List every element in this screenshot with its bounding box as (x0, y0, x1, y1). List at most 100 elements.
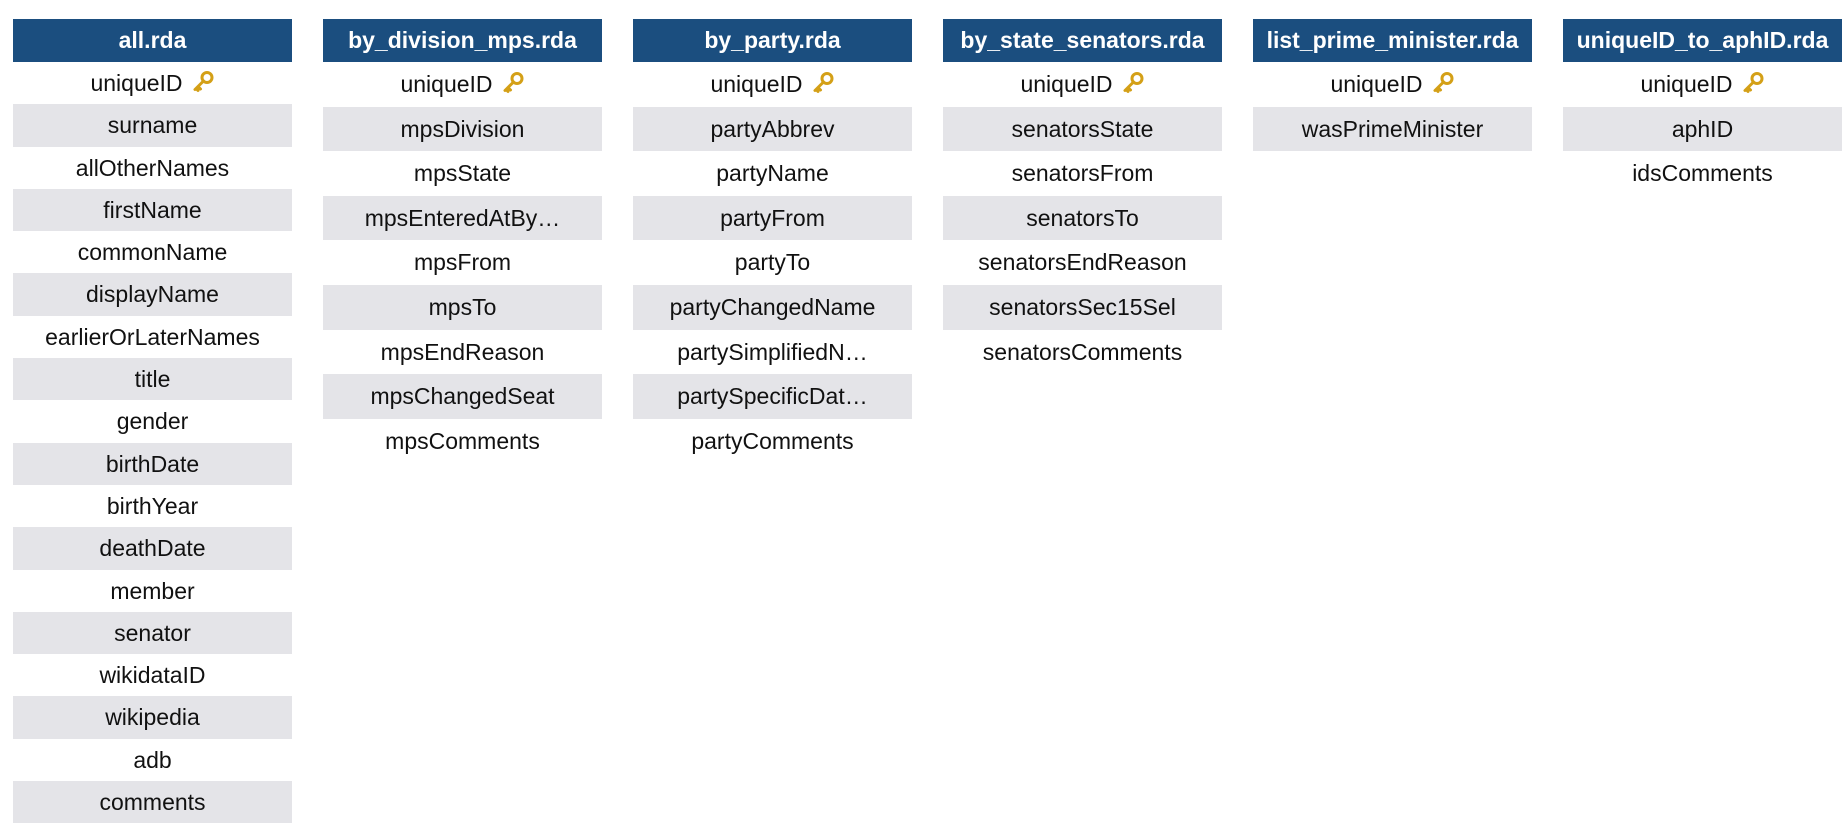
field-row: mpsTo (323, 284, 602, 330)
field-name: senator (114, 619, 191, 646)
field-list: uniqueID partyAbbrev partyName partyFrom par… (633, 62, 912, 463)
field-row: wikipedia (13, 696, 292, 739)
field-name: mpsComments (385, 427, 540, 454)
field-name: mpsDivision (400, 115, 525, 142)
field-name: birthYear (106, 492, 199, 519)
field-name: earlierOrLaterNames (45, 323, 260, 350)
field-name: commonName (77, 239, 228, 266)
field-row: partySimplifiedN… (633, 330, 912, 375)
field-name: uniqueID (400, 71, 493, 97)
field-name: title (134, 366, 171, 393)
field-name: mpsEndReason (380, 338, 545, 365)
field-name: senatorsFrom (1011, 160, 1154, 187)
field-name: wasPrimeMinister (1301, 115, 1484, 142)
field-row: senatorsComments (943, 330, 1222, 375)
field-row: mpsComments (323, 419, 602, 464)
field-row: partyComments (633, 419, 912, 464)
field-row: deathDate (13, 527, 292, 570)
field-row: surname (13, 104, 292, 147)
primary-key-field: uniqueID (323, 62, 602, 107)
field-name: uniqueID (1020, 71, 1113, 97)
field-row: gender (13, 400, 292, 442)
field-name: mpsState (413, 160, 512, 187)
field-row: partyChangedName (633, 284, 912, 330)
key-icon (1741, 65, 1765, 107)
field-row: senatorsFrom (943, 151, 1222, 196)
table-title: list_prime_minister.rda (1253, 19, 1532, 62)
field-row: mpsChangedSeat (323, 374, 602, 419)
table-all: all.rda uniqueID surname allOtherNames firs… (13, 19, 292, 824)
field-name: senatorsSec15Sel (989, 293, 1176, 320)
field-name: comments (99, 789, 206, 816)
field-name: wikipedia (105, 704, 200, 731)
table-uniqueid-to-aphid: uniqueID_to_aphID.rda uniqueID aphID idsCo… (1563, 19, 1842, 196)
field-row: wikidataID (13, 654, 292, 696)
field-row: title (13, 358, 292, 401)
table-title: by_division_mps.rda (323, 19, 602, 62)
table-list-prime-minister: list_prime_minister.rda uniqueID wasPrime… (1253, 19, 1532, 152)
field-list: uniqueID mpsDivision mpsState mpsEnteredAtB… (323, 62, 602, 463)
field-row: senatorsSec15Sel (943, 284, 1222, 330)
table-by-division-mps: by_division_mps.rda uniqueID mpsDivision m… (323, 19, 602, 463)
field-name: partyComments (691, 427, 854, 454)
field-row: firstName (13, 188, 292, 232)
field-row: member (13, 570, 292, 612)
field-row: mpsEnteredAtBy… (323, 195, 602, 241)
field-name: wikidataID (99, 662, 206, 689)
table-title: all.rda (13, 19, 292, 62)
table-title: by_party.rda (633, 19, 912, 62)
field-row: mpsFrom (323, 240, 602, 285)
field-list: uniqueID senatorsState senatorsFrom senator… (943, 62, 1222, 374)
field-row: commonName (13, 231, 292, 273)
field-name: mpsTo (428, 293, 497, 320)
field-list: uniqueID aphID idsComments (1563, 62, 1842, 196)
primary-key-field: uniqueID (13, 62, 292, 104)
field-name: surname (107, 112, 198, 139)
field-row: adb (13, 739, 292, 781)
field-name: adb (133, 746, 172, 773)
field-row: wasPrimeMinister (1253, 106, 1532, 152)
field-name: senatorsComments (982, 338, 1183, 365)
primary-key-field: uniqueID (943, 62, 1222, 107)
key-icon (501, 65, 525, 107)
field-name: mpsFrom (413, 249, 512, 276)
field-name: uniqueID (1330, 71, 1423, 97)
field-row: mpsState (323, 151, 602, 196)
field-row: partySpecificDat… (633, 374, 912, 419)
field-name: uniqueID (90, 70, 183, 96)
field-row: birthDate (13, 442, 292, 485)
field-row: senatorsState (943, 106, 1222, 152)
field-row: allOtherNames (13, 147, 292, 189)
field-name: partyChangedName (669, 293, 876, 320)
primary-key-field: uniqueID (1563, 62, 1842, 107)
field-row: mpsDivision (323, 106, 602, 152)
table-title: by_state_senators.rda (943, 19, 1222, 62)
field-row: mpsEndReason (323, 330, 602, 375)
field-name: member (110, 577, 195, 604)
field-name: partyName (716, 160, 829, 187)
primary-key-field: uniqueID (633, 62, 912, 107)
field-name: birthDate (105, 450, 200, 477)
field-name: mpsChangedSeat (370, 383, 555, 410)
field-name: uniqueID (710, 71, 803, 97)
field-name: partyFrom (720, 204, 825, 231)
table-by-party: by_party.rda uniqueID partyAbbrev partyNam… (633, 19, 912, 463)
field-row: aphID (1563, 106, 1842, 152)
key-icon (811, 65, 835, 107)
key-icon (191, 65, 215, 104)
table-title: uniqueID_to_aphID.rda (1563, 19, 1842, 62)
key-icon (1431, 65, 1455, 107)
field-row: partyName (633, 151, 912, 196)
field-name: uniqueID (1640, 71, 1733, 97)
key-icon (1121, 65, 1145, 107)
field-name: deathDate (99, 535, 206, 562)
field-row: partyTo (633, 240, 912, 285)
field-row: displayName (13, 273, 292, 316)
field-name: senatorsEndReason (978, 249, 1187, 276)
field-row: senator (13, 611, 292, 655)
field-name: displayName (86, 281, 219, 308)
field-name: partyAbbrev (710, 115, 835, 142)
field-name: senatorsTo (1026, 204, 1139, 231)
field-list: uniqueID surname allOtherNames firstName com… (13, 62, 292, 824)
field-name: partySpecificDat… (677, 383, 868, 410)
